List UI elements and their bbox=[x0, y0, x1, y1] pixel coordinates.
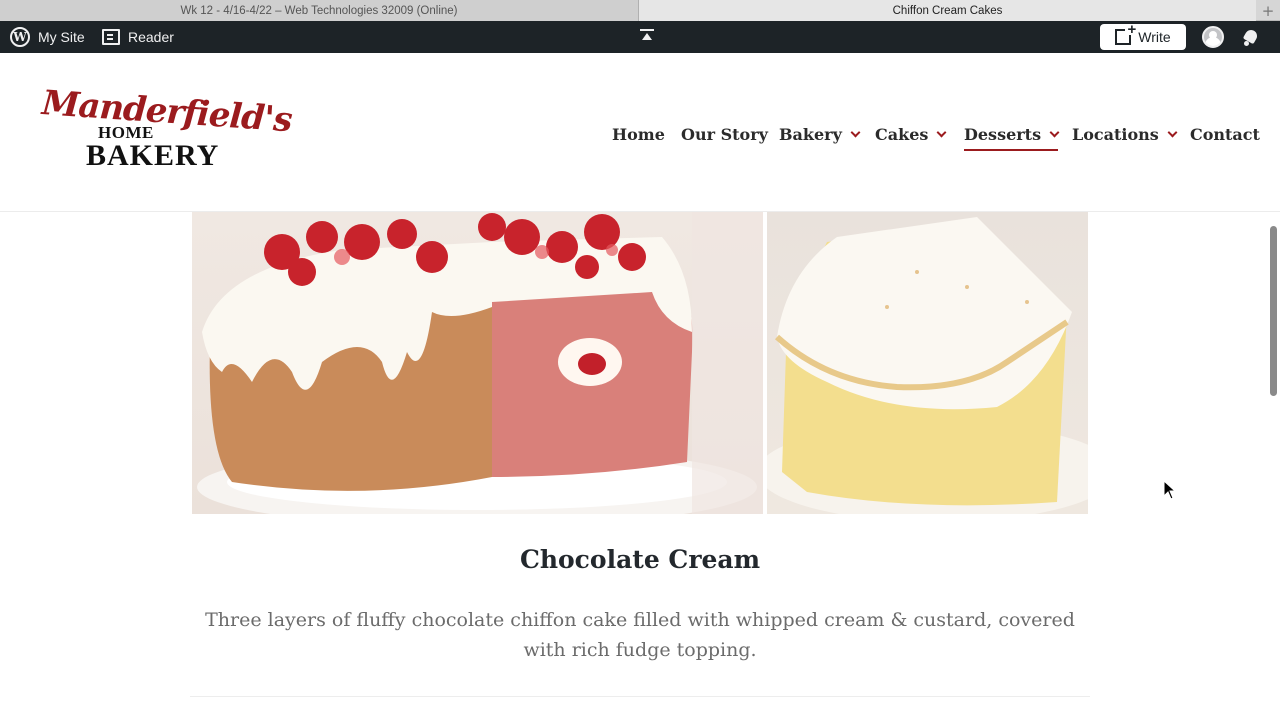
nav-item-contact[interactable]: Contact bbox=[1190, 121, 1260, 147]
nav-item-bakery[interactable]: Bakery bbox=[779, 121, 861, 147]
my-site-label: My Site bbox=[38, 29, 85, 45]
reader-button[interactable]: Reader bbox=[102, 21, 174, 53]
nav-item-locations[interactable]: Locations bbox=[1072, 121, 1178, 147]
nav-label: Contact bbox=[1190, 124, 1260, 144]
nav-label: Cakes bbox=[875, 124, 929, 144]
mouse-cursor-icon bbox=[1163, 480, 1177, 500]
nav-label: Our Story bbox=[681, 124, 768, 144]
avatar[interactable] bbox=[1202, 26, 1224, 48]
admin-bar: W My Site Reader Write bbox=[0, 21, 1280, 53]
chevron-down-icon bbox=[1167, 127, 1178, 137]
cream-cake-slice-photo bbox=[767, 212, 1088, 514]
strawberry-chiffon-cake-photo bbox=[192, 212, 763, 514]
nav-label: Desserts bbox=[964, 124, 1042, 144]
write-icon bbox=[1115, 21, 1136, 45]
browser-tab-course[interactable]: Wk 12 - 4/16-4/22 – Web Technologies 320… bbox=[0, 0, 639, 21]
main-content: Chocolate Cream Three layers of fluffy c… bbox=[0, 212, 1280, 720]
nav-label: Bakery bbox=[779, 124, 842, 144]
nav-label: Locations bbox=[1072, 124, 1159, 144]
plus-icon[interactable]: + bbox=[1256, 0, 1280, 21]
write-label: Write bbox=[1138, 29, 1171, 45]
reader-icon bbox=[102, 29, 120, 45]
nav-item-cakes[interactable]: Cakes bbox=[875, 121, 947, 147]
divider bbox=[190, 696, 1090, 697]
tab-title: Wk 12 - 4/16-4/22 – Web Technologies 320… bbox=[180, 4, 458, 17]
nav-item-desserts[interactable]: Desserts bbox=[964, 121, 1060, 151]
page-scrollbar[interactable] bbox=[1267, 212, 1280, 720]
browser-tab-chiffon[interactable]: Chiffon Cream Cakes bbox=[639, 0, 1256, 21]
my-site-button[interactable]: W My Site bbox=[10, 21, 85, 53]
product-description: Three layers of fluffy chocolate chiffon… bbox=[205, 609, 1075, 661]
wordpress-icon: W bbox=[10, 27, 30, 47]
product-title: Chocolate Cream bbox=[519, 545, 761, 574]
write-button[interactable]: Write bbox=[1100, 21, 1186, 50]
chevron-down-icon bbox=[936, 127, 947, 137]
main-nav: Home Our Story Bakery Cakes Desserts Loc… bbox=[0, 53, 1280, 210]
chevron-down-icon bbox=[1049, 127, 1060, 137]
notifications-icon[interactable] bbox=[1242, 29, 1260, 47]
scroll-thumb[interactable] bbox=[1270, 226, 1277, 396]
collapse-icon[interactable] bbox=[640, 29, 654, 43]
nav-item-home[interactable]: Home bbox=[612, 121, 665, 147]
browser-tab-bar: Wk 12 - 4/16-4/22 – Web Technologies 320… bbox=[0, 0, 1280, 21]
chevron-down-icon bbox=[850, 127, 861, 137]
site-header: Manderfield's HOME BAKERY Home Our Story… bbox=[0, 53, 1280, 212]
tab-title: Chiffon Cream Cakes bbox=[892, 4, 1003, 17]
nav-label: Home bbox=[612, 124, 665, 144]
nav-item-our-story[interactable]: Our Story bbox=[681, 121, 768, 147]
reader-label: Reader bbox=[128, 29, 174, 45]
